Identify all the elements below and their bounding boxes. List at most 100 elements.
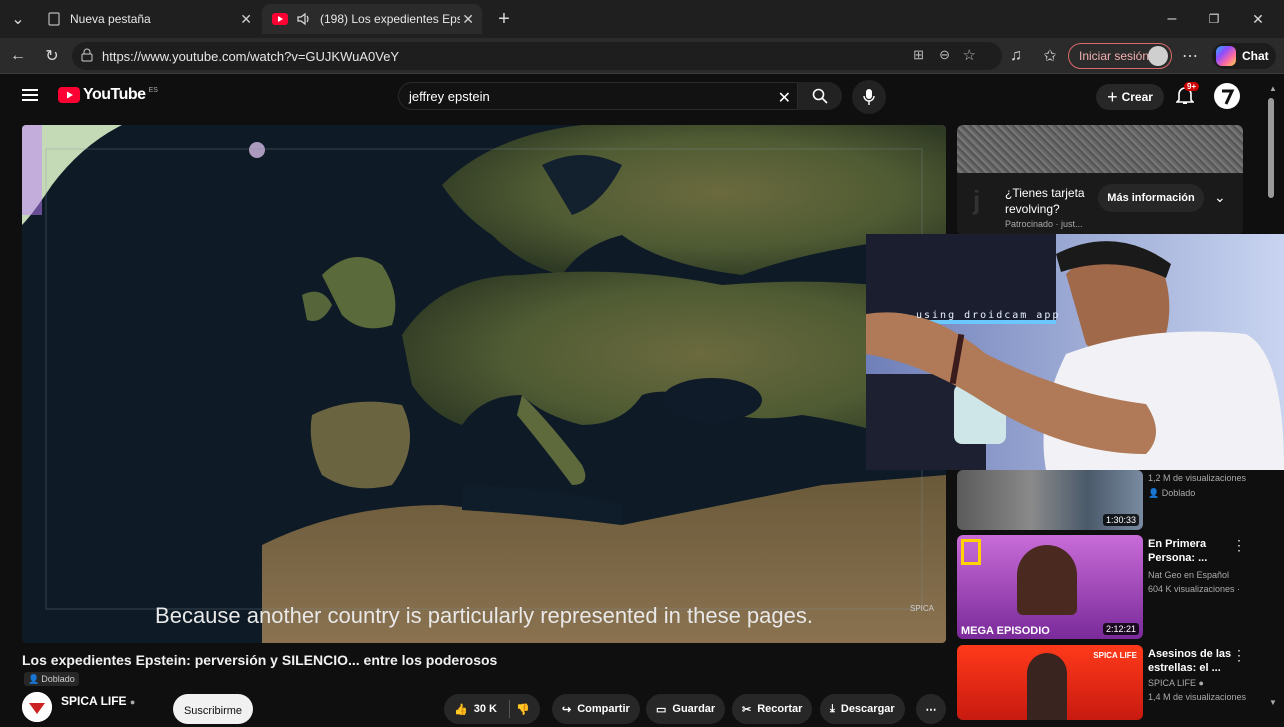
scroll-down-arrow-icon[interactable]: ▼ — [1269, 698, 1277, 707]
related-video-title[interactable]: En Primera Persona: ... — [1148, 537, 1244, 565]
video-watermark: SPICA — [909, 604, 934, 613]
channel-name[interactable]: SPICA LIFE ● — [61, 694, 135, 708]
ad-banner-image — [957, 125, 1243, 173]
page-scrollbar[interactable]: ▲ ▼ — [1266, 80, 1277, 720]
related-video-views: 604 K visualizaciones · — [1148, 584, 1241, 594]
channel-avatar[interactable] — [22, 692, 52, 722]
close-tab-icon[interactable]: ✕ — [240, 11, 252, 28]
ad-logo: j — [973, 185, 981, 215]
page-icon — [46, 11, 62, 27]
save-label: Guardar — [672, 703, 716, 715]
ad-more-info-button[interactable]: Más información — [1098, 184, 1204, 212]
related-video-channel[interactable]: Nat Geo en Español — [1148, 569, 1248, 582]
microphone-icon — [863, 89, 875, 105]
download-label: Descargar — [840, 703, 895, 715]
bookmark-icon: ▭ — [656, 703, 667, 716]
speaker-icon[interactable] — [296, 11, 312, 27]
related-video-dubbed: 👤 Doblado — [1148, 488, 1196, 498]
scissors-icon: ✂ — [742, 703, 752, 716]
scroll-up-arrow-icon[interactable]: ▲ — [1269, 84, 1277, 93]
browser-toolbar: ← ↻ https://www.youtube.com/watch?v=GUJK… — [0, 38, 1284, 74]
video-frame-map — [22, 125, 946, 643]
like-divider — [508, 700, 510, 718]
related-video-views: 1,4 M de visualizaciones — [1148, 692, 1247, 702]
share-label: Compartir — [577, 703, 630, 715]
create-button[interactable]: + Crear — [1096, 84, 1164, 110]
thumbs-up-icon: 👍 — [454, 703, 468, 716]
youtube-logo-text: YouTube — [83, 86, 146, 103]
related-video-channel[interactable]: SPICA LIFE ● — [1148, 677, 1248, 690]
thumbnail-label: SPICA LIFE — [1093, 651, 1137, 660]
chat-label: Chat — [1242, 49, 1269, 63]
thumbnail-figure — [1027, 653, 1067, 720]
related-video-thumbnail[interactable]: MEGA EPISODIO 2:12:21 — [957, 535, 1143, 639]
tab-youtube[interactable]: (198) Los expedientes Epstein ✕ — [262, 4, 482, 34]
country-code: ES — [148, 86, 158, 94]
youtube-masthead: YouTube ES jeffrey epstein ✕ + Crear 9+ — [0, 74, 1284, 120]
video-caption: Because another country is particularly … — [155, 603, 813, 628]
restore-icon[interactable]: ❐ — [1204, 9, 1224, 29]
verified-icon: ● — [1198, 678, 1204, 688]
related-video-thumbnail[interactable]: 1:30:33 — [957, 470, 1143, 530]
minimize-icon[interactable]: – — [1162, 9, 1182, 29]
notifications-bell-icon[interactable]: 9+ — [1175, 82, 1200, 110]
url-text: https://www.youtube.com/watch?v=GUJKWuA0… — [102, 48, 400, 64]
plus-icon: + — [1107, 86, 1118, 107]
related-video-thumbnail[interactable]: SPICA LIFE — [957, 645, 1143, 720]
favorite-star-icon[interactable]: ☆ — [963, 46, 976, 64]
thumbnail-label: MEGA EPISODIO — [961, 625, 1050, 637]
copilot-icon — [1216, 46, 1236, 66]
tab-new-tab[interactable]: Nueva pestaña ✕ — [36, 4, 260, 34]
thumbnail-figure — [1017, 545, 1077, 615]
related-video-title[interactable]: Asesinos de las estrellas: el ... — [1148, 647, 1244, 675]
reload-icon[interactable]: ↻ — [42, 46, 62, 66]
copilot-chat-button[interactable]: Chat — [1212, 43, 1276, 69]
youtube-logo-icon — [58, 87, 80, 103]
like-count: 30 K — [473, 703, 497, 715]
webcam-overlay: using droidcam app — [866, 234, 1284, 470]
related-video-views: 1,2 M de visualizaciones — [1148, 473, 1247, 483]
account-avatar[interactable] — [1214, 83, 1240, 109]
back-arrow-icon[interactable]: ← — [8, 46, 28, 66]
dubbed-text: Doblado — [1161, 488, 1196, 498]
thumbs-down-icon[interactable]: 👎 — [516, 703, 530, 716]
address-bar[interactable]: https://www.youtube.com/watch?v=GUJKWuA0… — [72, 42, 1002, 70]
clear-search-icon[interactable]: ✕ — [778, 88, 791, 108]
site-info-icon[interactable] — [80, 48, 94, 65]
create-label: Crear — [1121, 90, 1153, 104]
more-horizontal-icon: ⋯ — [925, 703, 937, 716]
more-menu-icon[interactable]: ⋯ — [1180, 46, 1200, 66]
video-duration: 1:30:33 — [1102, 514, 1139, 526]
tab-list-chevron-icon[interactable]: ⌄ — [8, 9, 28, 29]
app-available-icon[interactable]: ⊞ — [913, 47, 924, 63]
webcam-feed — [866, 234, 1284, 470]
hamburger-menu-icon[interactable] — [22, 88, 38, 107]
voice-search-button[interactable] — [852, 80, 886, 114]
more-vert-icon[interactable]: ⋮ — [1232, 537, 1246, 554]
favorites-icon[interactable]: ✩ — [1040, 46, 1060, 66]
tab-title: (198) Los expedientes Epstein — [320, 12, 460, 26]
sign-in-label: Iniciar sesión — [1079, 49, 1150, 63]
dubbed-label: Doblado — [41, 674, 75, 684]
search-input[interactable]: jeffrey epstein ✕ — [398, 82, 798, 110]
channel-text: SPICA LIFE — [1148, 678, 1197, 688]
new-tab-plus-icon[interactable]: + — [494, 8, 514, 30]
download-icon: ⤓ — [830, 702, 835, 715]
scrollbar-thumb[interactable] — [1268, 98, 1274, 198]
close-tab-icon[interactable]: ✕ — [462, 11, 474, 28]
browser-tab-bar: ⌄ Nueva pestaña ✕ (198) Los expedientes … — [0, 0, 1284, 38]
youtube-favicon-icon — [272, 11, 288, 27]
video-player[interactable]: Because another country is particularly … — [22, 125, 946, 643]
verified-icon: ● — [129, 697, 136, 707]
sign-in-button[interactable]: Iniciar sesión — [1068, 43, 1172, 69]
more-vert-icon[interactable]: ⋮ — [1232, 647, 1246, 664]
search-button[interactable] — [798, 82, 842, 110]
youtube-logo[interactable]: YouTube ES — [58, 86, 158, 104]
video-duration: 2:12:21 — [1102, 623, 1139, 635]
video-title: Los expedientes Epstein: perversión y SI… — [22, 652, 498, 668]
sponsored-ad-card[interactable]: j ¿Tienes tarjeta revolving? Patrocinado… — [957, 125, 1243, 235]
close-window-icon[interactable]: ✕ — [1248, 9, 1268, 29]
ad-expand-chevron-icon[interactable]: ⌄ — [1214, 189, 1226, 206]
media-control-icon[interactable]: ♫ — [1006, 46, 1026, 66]
zoom-icon[interactable]: ⊖ — [939, 47, 950, 63]
